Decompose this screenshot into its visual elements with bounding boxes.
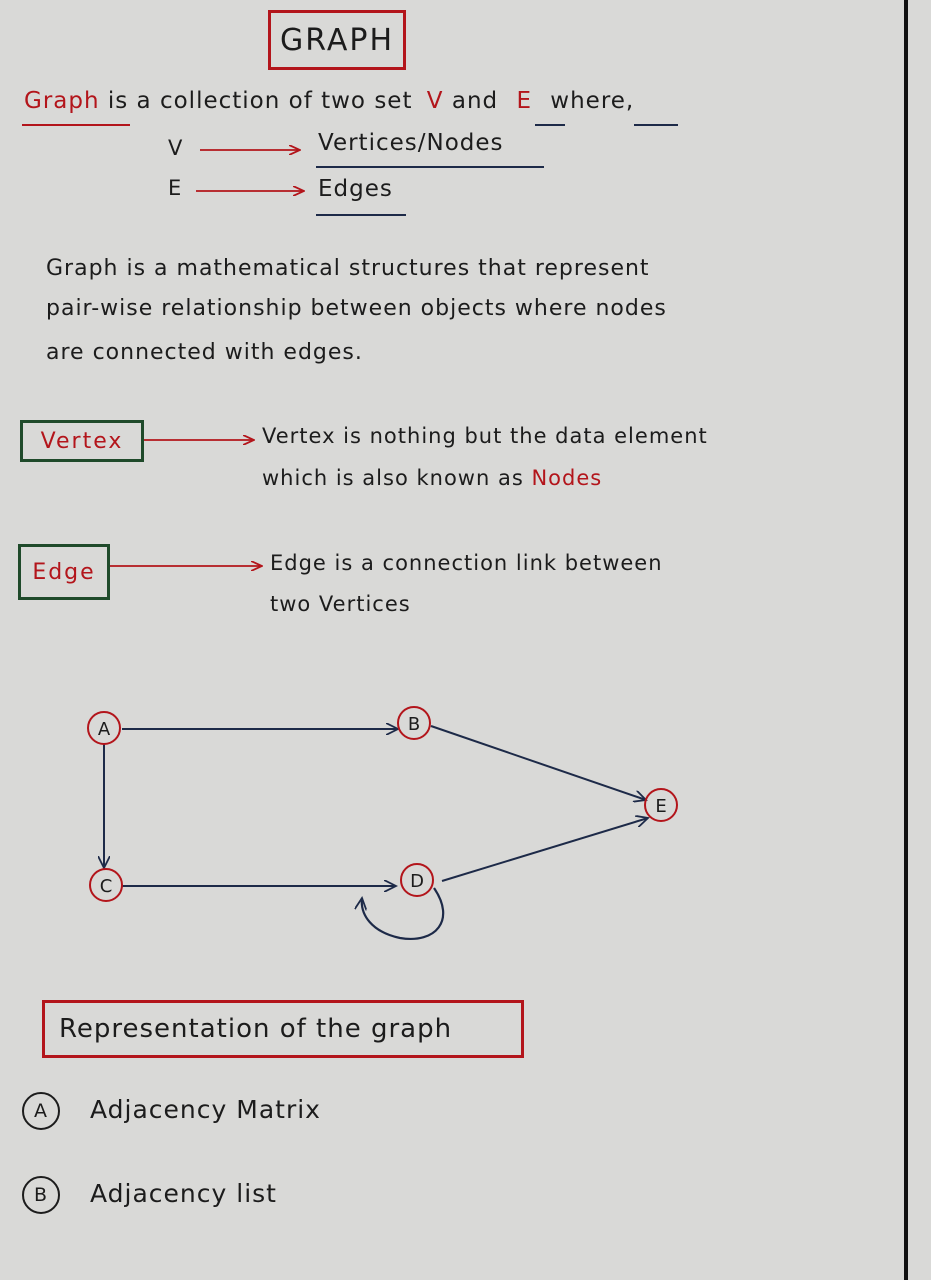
item-a-marker: A [22,1092,60,1130]
edge-d-self-loop [362,887,445,941]
item-b-marker: B [22,1176,60,1214]
edge-b-e [430,725,646,800]
graph-node-c: C [89,868,123,902]
representation-item-a: A Adjacency Matrix [22,1092,321,1130]
graph-node-d: D [400,863,434,897]
representation-heading: Representation of the graph [59,1014,453,1044]
node-d-label: D [410,871,424,892]
graph-node-a: A [87,711,121,745]
item-a-text: Adjacency Matrix [90,1095,321,1124]
node-c-label: C [100,876,113,897]
graph-node-e: E [644,788,678,822]
edge-d-e [441,818,648,882]
graph-node-b: B [397,706,431,740]
item-b-text: Adjacency list [90,1179,277,1208]
node-e-label: E [655,796,666,817]
representation-heading-box: Representation of the graph [42,1000,524,1058]
node-a-label: A [98,719,111,740]
node-b-label: B [408,714,420,735]
representation-item-b: B Adjacency list [22,1176,277,1214]
graph-diagram: A B C D E [87,0,678,941]
